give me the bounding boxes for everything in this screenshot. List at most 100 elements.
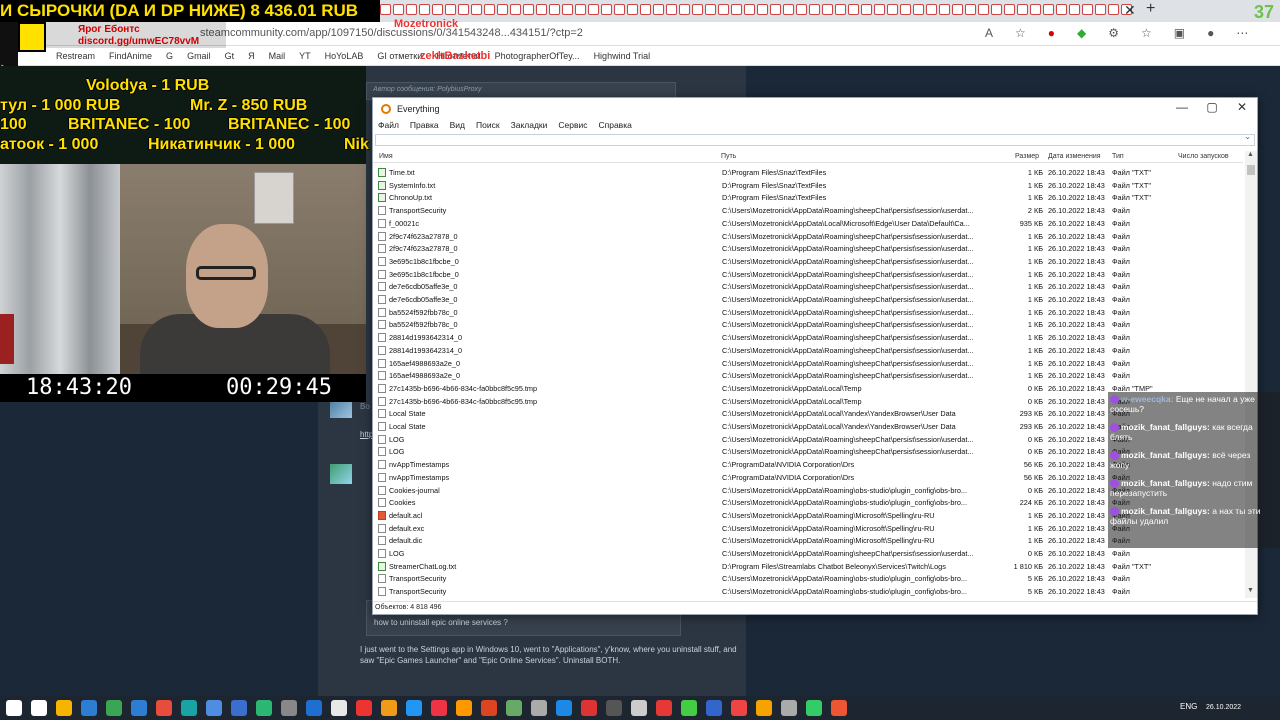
taskbar-app-icon[interactable] (406, 700, 422, 716)
taskbar-app-icon[interactable] (456, 700, 472, 716)
taskbar-app-icon[interactable] (556, 700, 572, 716)
table-row[interactable]: de7e6cdb05affe3e_0 C:\Users\Mozetronick\A… (373, 280, 1243, 293)
table-row[interactable]: StreamerChatLog.txt D:\Program Files\Stre… (373, 560, 1243, 573)
taskbar-app-icon[interactable] (731, 700, 747, 716)
taskbar-app-icon[interactable] (231, 700, 247, 716)
taskbar-app-icon[interactable] (281, 700, 297, 716)
table-row[interactable]: 28814d1993642314_0 C:\Users\Mozetronick\A… (373, 331, 1243, 344)
table-row[interactable]: 3e695c1b8c1fbcbe_0 C:\Users\Mozetronick\A… (373, 255, 1243, 268)
taskbar-app-icon[interactable] (181, 700, 197, 716)
menu-item[interactable]: Поиск (476, 120, 500, 134)
bookmark-item[interactable]: G (166, 51, 173, 61)
taskbar-app-icon[interactable] (506, 700, 522, 716)
table-row[interactable]: ChronoUp.txt D:\Program Files\Snaz\TextFi… (373, 191, 1243, 204)
taskbar-app-icon[interactable] (831, 700, 847, 716)
bookmark-item[interactable]: Gt (225, 51, 235, 61)
shield-icon[interactable]: ◆ (1077, 26, 1086, 40)
menu-item[interactable]: Закладки (511, 120, 548, 134)
table-row[interactable]: TransportSecurity C:\Users\Mozetronick\Ap… (373, 585, 1243, 597)
search-input[interactable]: ⌄ (375, 132, 1255, 146)
bookmark-item[interactable]: Restream (56, 51, 95, 61)
column-header-type[interactable]: Тип (1112, 153, 1124, 160)
taskbar-app-icon[interactable] (781, 700, 797, 716)
bookmark-item[interactable]: Highwind Trial (594, 51, 651, 61)
table-row[interactable]: 2f9c74f623a27878_0 C:\Users\Mozetronick\A… (373, 242, 1243, 255)
taskbar-date[interactable]: 26.10.2022 (1206, 703, 1241, 713)
table-row[interactable]: 2f9c74f623a27878_0 C:\Users\Mozetronick\A… (373, 230, 1243, 243)
taskbar-app-icon[interactable] (256, 700, 272, 716)
bookmark-item[interactable]: FindAnime (109, 51, 152, 61)
taskbar-app-icon[interactable] (356, 700, 372, 716)
window-titlebar[interactable]: Everything — ▢ ✕ (373, 98, 1257, 120)
browser-tabs[interactable] (380, 4, 1132, 15)
post-author-name[interactable]: Bo (360, 402, 370, 411)
taskbar-app-icon[interactable] (756, 700, 772, 716)
taskbar-app-icon[interactable] (306, 700, 322, 716)
star-icon[interactable]: ☆ (1015, 26, 1026, 40)
menu-icon[interactable]: ⋯ (1236, 26, 1248, 40)
taskbar-app-icon[interactable] (606, 700, 622, 716)
read-aloud-icon[interactable]: A (985, 26, 993, 40)
taskbar-app-icon[interactable] (631, 700, 647, 716)
profile-icon[interactable]: ● (1207, 26, 1214, 40)
bookmark-item[interactable]: PhotographerOfTey... (495, 51, 580, 61)
taskbar-app-icon[interactable] (681, 700, 697, 716)
table-row[interactable]: 165aef4988693a2e_0 C:\Users\Mozetronick\A… (373, 357, 1243, 370)
favorites-icon[interactable]: ☆ (1141, 26, 1152, 40)
taskbar-app-icon[interactable] (706, 700, 722, 716)
table-row[interactable]: LOG C:\Users\Mozetronick\AppData\Roaming\… (373, 547, 1243, 560)
menu-item[interactable]: Справка (598, 120, 631, 134)
bookmark-item[interactable]: Gmail (187, 51, 211, 61)
table-row[interactable]: SystemInfo.txt D:\Program Files\Snaz\Text… (373, 179, 1243, 192)
scrollbar-thumb[interactable] (1247, 165, 1255, 175)
bookmark-item[interactable]: YT (299, 51, 311, 61)
taskbar-app-icon[interactable] (156, 700, 172, 716)
url-text[interactable]: steamcommunity.com/app/1097150/discussio… (200, 27, 583, 39)
extensions-icon[interactable]: ⚙ (1108, 26, 1119, 40)
menu-item[interactable]: Файл (378, 120, 399, 134)
table-row[interactable]: 3e695c1b8c1fbcbe_0 C:\Users\Mozetronick\A… (373, 268, 1243, 281)
bookmark-item[interactable]: Я (248, 51, 255, 61)
taskbar-app-icon[interactable] (331, 700, 347, 716)
taskbar-app-icon[interactable] (131, 700, 147, 716)
column-header-name[interactable]: Имя (379, 153, 393, 160)
taskbar-app-icon[interactable] (56, 700, 72, 716)
taskbar-app-icon[interactable] (806, 700, 822, 716)
tab-close-icon[interactable]: ✕ (1124, 2, 1136, 19)
taskbar-app-icon[interactable] (431, 700, 447, 716)
table-row[interactable]: TransportSecurity C:\Users\Mozetronick\Ap… (373, 204, 1243, 217)
taskbar-app-icon[interactable] (531, 700, 547, 716)
table-row[interactable]: ba5524f592fbb78c_0 C:\Users\Mozetronick\A… (373, 318, 1243, 331)
chevron-down-icon[interactable]: ⌄ (1244, 132, 1251, 141)
menu-item[interactable]: Вид (450, 120, 465, 134)
table-row[interactable]: Time.txt D:\Program Files\Snaz\TextFiles 1… (373, 166, 1243, 179)
column-header-runs[interactable]: Число запусков (1178, 153, 1229, 160)
taskbar-app-icon[interactable] (106, 700, 122, 716)
new-tab-icon[interactable]: + (1146, 0, 1155, 18)
column-header-date[interactable]: Дата изменения (1048, 153, 1101, 160)
column-header-path[interactable]: Путь (721, 153, 736, 160)
taskbar-app-icon[interactable] (381, 700, 397, 716)
avatar[interactable] (330, 464, 352, 484)
taskbar-app-icon[interactable] (656, 700, 672, 716)
taskbar-app-icon[interactable] (206, 700, 222, 716)
table-row[interactable]: f_00021c C:\Users\Mozetronick\AppData\Loc… (373, 217, 1243, 230)
bookmark-item[interactable]: HoYoLAB (325, 51, 364, 61)
close-icon[interactable]: ✕ (1227, 100, 1257, 114)
maximize-icon[interactable]: ▢ (1197, 100, 1227, 114)
taskbar-app-icon[interactable] (481, 700, 497, 716)
taskbar-app-icon[interactable] (81, 700, 97, 716)
bookmark-item[interactable]: Mail (269, 51, 286, 61)
column-header-size[interactable]: Размер (1015, 153, 1039, 160)
taskbar-app-icon[interactable] (31, 700, 47, 716)
table-row[interactable]: TransportSecurity C:\Users\Mozetronick\Ap… (373, 572, 1243, 585)
minimize-icon[interactable]: — (1167, 100, 1197, 114)
menu-item[interactable]: Правка (410, 120, 439, 134)
table-row[interactable]: ba5524f592fbb78c_0 C:\Users\Mozetronick\A… (373, 306, 1243, 319)
adblock-icon[interactable]: ● (1048, 26, 1055, 40)
start-icon[interactable] (6, 700, 22, 716)
taskbar-app-icon[interactable] (581, 700, 597, 716)
table-row[interactable]: 165aef4988693a2e_0 C:\Users\Mozetronick\A… (373, 369, 1243, 382)
language-indicator[interactable]: ENG (1180, 702, 1197, 711)
bookmark-item[interactable]: GI отметки (377, 51, 422, 61)
